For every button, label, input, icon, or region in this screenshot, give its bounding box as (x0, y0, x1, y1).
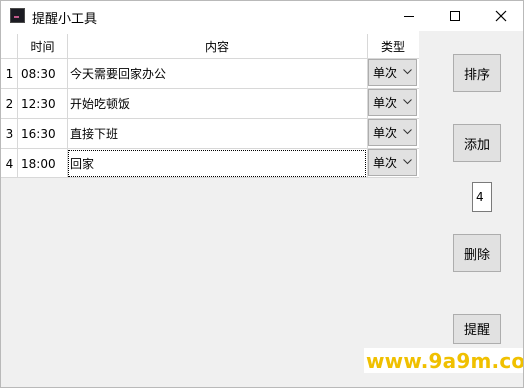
type-select-value: 单次 (373, 66, 398, 80)
close-icon (495, 10, 507, 22)
sort-button[interactable]: 排序 (453, 54, 501, 92)
minimize-button[interactable] (386, 1, 432, 31)
delete-button[interactable]: 删除 (453, 234, 501, 272)
table-empty-area (1, 177, 419, 387)
window-title: 提醒小工具 (32, 12, 98, 27)
row-number[interactable]: 4 (1, 149, 18, 178)
title-bar[interactable]: 提醒小工具 (1, 1, 523, 31)
content-cell[interactable]: 回家 (67, 149, 367, 178)
grid-line (1, 148, 419, 149)
grid-line (1, 58, 419, 59)
type-select[interactable]: 单次 (368, 59, 417, 86)
grid-line (1, 88, 419, 89)
time-cell[interactable]: 12:30 (18, 89, 67, 118)
type-select[interactable]: 单次 (368, 119, 417, 146)
header-time[interactable]: 时间 (18, 34, 67, 58)
grid-line (67, 34, 68, 177)
content-cell[interactable]: 直接下班 (67, 119, 367, 148)
grid-line (1, 118, 419, 119)
count-input[interactable]: 4 (472, 182, 492, 212)
grid-line (367, 34, 368, 177)
chevron-down-icon (403, 99, 412, 105)
row-number[interactable]: 2 (1, 89, 18, 118)
minimize-icon (404, 16, 414, 17)
add-button[interactable]: 添加 (453, 124, 501, 162)
time-cell[interactable]: 16:30 (18, 119, 67, 148)
chevron-down-icon (403, 69, 412, 75)
type-select[interactable]: 单次 (368, 149, 417, 176)
chevron-down-icon (403, 159, 412, 165)
header-type[interactable]: 类型 (367, 34, 419, 58)
header-content[interactable]: 内容 (67, 34, 367, 58)
watermark-text: www.9a9m.com (366, 349, 524, 373)
close-button[interactable] (478, 1, 523, 31)
type-select-value: 单次 (373, 126, 398, 140)
maximize-button[interactable] (432, 1, 478, 31)
type-select-value: 单次 (373, 156, 398, 170)
app-icon (10, 8, 25, 23)
app-window: 提醒小工具 时间 内容 类型 1 08:30 今天需要回家办公 单次 2 12:… (0, 0, 524, 388)
content-cell[interactable]: 今天需要回家办公 (67, 59, 367, 88)
content-cell[interactable]: 开始吃顿饭 (67, 89, 367, 118)
grid-line (17, 34, 18, 177)
watermark: www.9a9m.com (364, 348, 524, 373)
row-number[interactable]: 1 (1, 59, 18, 88)
type-select-value: 单次 (373, 96, 398, 110)
maximize-icon (450, 11, 460, 21)
partial-button[interactable]: 提醒 (453, 314, 501, 344)
time-cell[interactable]: 08:30 (18, 59, 67, 88)
time-cell[interactable]: 18:00 (18, 149, 67, 178)
type-select[interactable]: 单次 (368, 89, 417, 116)
chevron-down-icon (403, 129, 412, 135)
row-number[interactable]: 3 (1, 119, 18, 148)
grid-line (1, 177, 419, 178)
